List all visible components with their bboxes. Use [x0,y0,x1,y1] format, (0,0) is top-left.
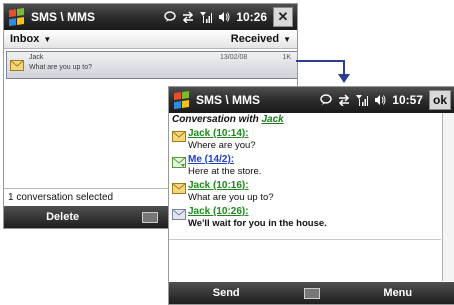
title-bar: SMS \ MMS 10:57 ok [169,87,454,113]
message-sender: Jack [29,54,44,61]
signal-icon[interactable] [200,11,213,23]
menu-softkey[interactable]: Menu [341,287,454,299]
signal-icon[interactable] [356,94,369,106]
conversation-header: Conversation with Jack [169,113,454,126]
volume-icon[interactable] [218,11,230,23]
message-text: Where are you? [188,140,256,151]
notification-icon[interactable] [164,11,176,23]
message-text: We'll wait for you in the house. [188,218,327,229]
volume-icon[interactable] [374,94,386,106]
clock-time[interactable]: 10:57 [392,93,423,107]
conversation-screen: SMS \ MMS 10:57 ok Conversation with Jac… [168,86,454,305]
folder-label: Inbox [10,33,40,45]
ok-button[interactable]: ok [428,90,451,110]
envelope-icon [172,129,186,147]
title-bar: SMS \ MMS 10:26 ✕ [4,4,297,30]
chevron-down-icon: ▼ [283,35,291,44]
envelope-icon [172,181,186,199]
pointer-arrow-icon [338,74,350,83]
notification-icon[interactable] [320,94,332,106]
message-preview: What are you up to? [29,64,93,71]
envelope-icon [10,58,24,76]
windows-start-icon[interactable] [9,8,25,26]
message-from[interactable]: Jack (10:14): [188,128,249,139]
contact-link[interactable]: Jack [261,114,283,125]
chevron-down-icon: ▼ [43,35,52,44]
inbox-header: Inbox ▼ Received ▼ [4,30,297,49]
message-from[interactable]: Jack (10:16): [188,180,249,191]
windows-start-icon[interactable] [174,91,190,109]
folder-dropdown[interactable]: Inbox ▼ [10,33,51,45]
message-text: What are you up to? [188,192,274,203]
keyboard-icon[interactable] [142,211,159,223]
keyboard-icon[interactable] [303,287,320,299]
app-title: SMS \ MMS [31,10,96,24]
clock-time[interactable]: 10:26 [236,10,267,24]
delete-softkey[interactable]: Delete [4,211,121,223]
conversation-label: Conversation with [172,114,259,125]
vertical-scrollbar[interactable] [442,113,454,281]
send-softkey[interactable]: Send [169,287,283,299]
message-date: 13/02/08 [220,54,248,61]
message-text: Here at the store. [188,166,262,177]
message-bubble[interactable]: Jack (10:14): Where are you? [169,127,441,153]
app-title: SMS \ MMS [196,93,261,107]
sync-icon[interactable] [182,11,194,23]
message-bubble[interactable]: Jack (10:26): We'll wait for you in the … [169,205,441,231]
message-bubble[interactable]: Me (14/2): Here at the store. [169,153,441,179]
sent-envelope-icon [172,155,186,173]
compose-divider [169,239,441,240]
message-from[interactable]: Me (14/2): [188,154,234,165]
sort-dropdown[interactable]: Received ▼ [231,33,291,45]
conversation-thread: Jack (10:14): Where are you? Me (14/2): … [169,127,441,231]
softkey-bar: Send Menu [169,282,454,304]
open-envelope-icon [172,207,186,225]
sort-label: Received [230,33,280,45]
message-from[interactable]: Jack (10:26): [188,206,249,217]
pointer-connector [296,60,344,62]
sync-icon[interactable] [338,94,350,106]
message-list-item[interactable]: Jack What are you up to? 13/02/08 1K [6,51,297,79]
message-bubble[interactable]: Jack (10:16): What are you up to? [169,179,441,205]
close-button[interactable]: ✕ [273,7,293,27]
message-size: 1K [282,54,291,61]
